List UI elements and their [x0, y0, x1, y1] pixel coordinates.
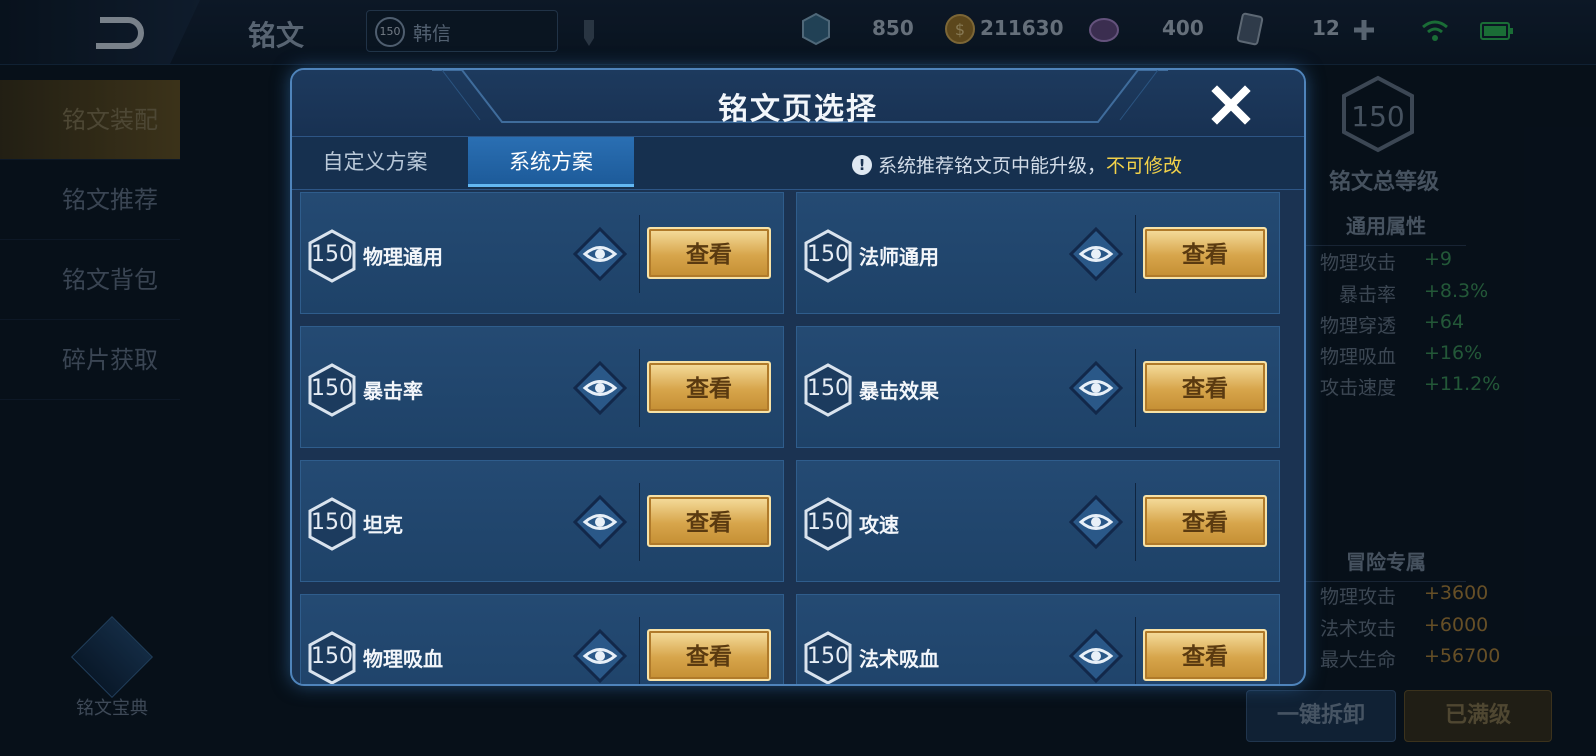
eye-icon[interactable]: [573, 361, 627, 415]
page-name: 坦克: [363, 513, 403, 537]
level-hex: 150: [307, 363, 357, 417]
page-name: 攻速: [859, 513, 899, 537]
eye-icon[interactable]: [573, 629, 627, 683]
divider: [639, 617, 640, 684]
page-card: 150 暴击效果 查看: [796, 326, 1280, 448]
eye-icon[interactable]: [573, 495, 627, 549]
level-hex: 150: [307, 497, 357, 551]
tab-custom[interactable]: 自定义方案: [292, 137, 458, 187]
page-card: 150 攻速 查看: [796, 460, 1280, 582]
page-name: 物理吸血: [363, 647, 443, 671]
divider: [639, 483, 640, 561]
eye-icon[interactable]: [1069, 495, 1123, 549]
system-notice: ! 系统推荐铭文页中能升级，不可修改: [852, 151, 1182, 178]
eye-icon[interactable]: [573, 227, 627, 281]
page-name: 法师通用: [859, 245, 939, 269]
level-hex: 150: [803, 497, 853, 551]
view-button[interactable]: 查看: [1143, 629, 1267, 681]
page-name: 暴击效果: [859, 379, 939, 403]
page-card: 150 物理吸血 查看: [300, 594, 784, 684]
level-hex: 150: [803, 229, 853, 283]
view-button[interactable]: 查看: [647, 227, 771, 279]
tab-system[interactable]: 系统方案: [468, 137, 634, 187]
level-hex: 150: [803, 631, 853, 684]
divider: [1135, 617, 1136, 684]
view-button[interactable]: 查看: [647, 361, 771, 413]
eye-icon[interactable]: [1069, 629, 1123, 683]
page-grid: 150 物理通用 查看 150 法师通用 查看 150 暴击率 查看 150 暴…: [300, 192, 1300, 684]
page-name: 物理通用: [363, 245, 443, 269]
view-button[interactable]: 查看: [1143, 495, 1267, 547]
view-button[interactable]: 查看: [1143, 227, 1267, 279]
eye-icon[interactable]: [1069, 361, 1123, 415]
level-hex: 150: [307, 631, 357, 684]
view-button[interactable]: 查看: [1143, 361, 1267, 413]
divider: [639, 349, 640, 427]
close-icon[interactable]: [1210, 84, 1252, 126]
page-select-modal: 铭文页选择 自定义方案 系统方案 ! 系统推荐铭文页中能升级，不可修改 150 物…: [290, 68, 1306, 686]
warning-icon: !: [852, 155, 872, 175]
page-card: 150 暴击率 查看: [300, 326, 784, 448]
modal-header: 铭文页选择: [292, 70, 1304, 136]
page-name: 法术吸血: [859, 647, 939, 671]
eye-icon[interactable]: [1069, 227, 1123, 281]
divider: [1135, 349, 1136, 427]
level-hex: 150: [307, 229, 357, 283]
page-card: 150 法术吸血 查看: [796, 594, 1280, 684]
view-button[interactable]: 查看: [647, 495, 771, 547]
divider: [1135, 215, 1136, 293]
page-card: 150 物理通用 查看: [300, 192, 784, 314]
page-card: 150 法师通用 查看: [796, 192, 1280, 314]
tabs-bar: 自定义方案 系统方案 ! 系统推荐铭文页中能升级，不可修改: [292, 136, 1304, 190]
level-hex: 150: [803, 363, 853, 417]
divider: [639, 215, 640, 293]
page-card: 150 坦克 查看: [300, 460, 784, 582]
modal-title: 铭文页选择: [718, 92, 878, 127]
page-name: 暴击率: [363, 379, 423, 403]
divider: [1135, 483, 1136, 561]
view-button[interactable]: 查看: [647, 629, 771, 681]
